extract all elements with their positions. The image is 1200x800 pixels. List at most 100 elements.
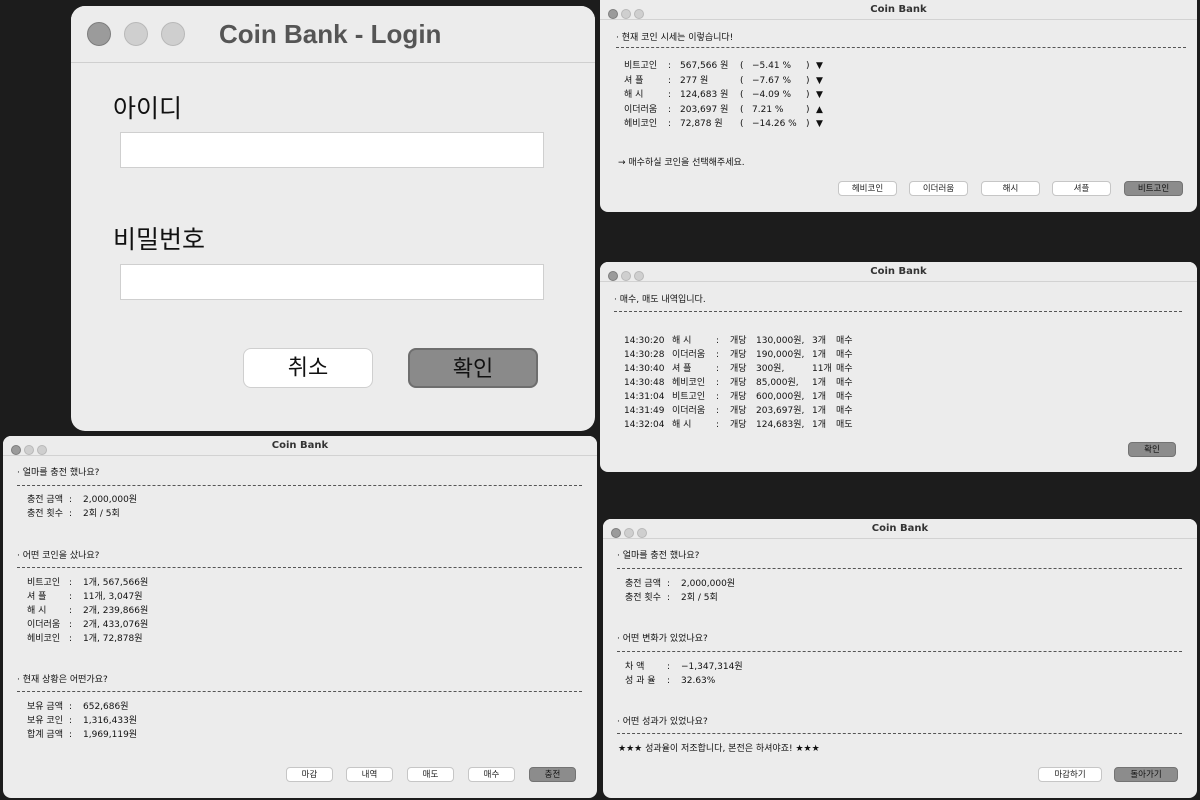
- trade-type: 매수: [836, 406, 853, 416]
- trade-type: 매수: [836, 350, 853, 360]
- unit-label: 개당: [730, 350, 747, 360]
- buy-bitcoin-button[interactable]: 비트고인: [1124, 181, 1183, 196]
- coin-name: 비트고인: [672, 392, 706, 402]
- coin-name: 해 시: [672, 420, 692, 430]
- id-field[interactable]: [120, 132, 544, 168]
- trade-time: 14:31:04: [624, 392, 665, 402]
- buy-hash-button[interactable]: 해시: [981, 181, 1040, 196]
- minimize-icon[interactable]: [124, 22, 148, 46]
- now-heading: · 현재 상황은 어떤가요?: [17, 675, 108, 685]
- sell-button[interactable]: 매도: [407, 767, 454, 782]
- row-value: 2,000,000원: [83, 495, 138, 505]
- separator: :: [716, 392, 720, 402]
- coin-name: 헤비코인: [672, 378, 706, 388]
- finish-button[interactable]: 마감하기: [1038, 767, 1102, 782]
- prices-titlebar: Coin Bank: [600, 0, 1197, 20]
- row-label: 충전 금액: [625, 579, 661, 589]
- row-label: 차 액: [625, 662, 645, 672]
- divider: [617, 651, 1182, 652]
- unit-price: 85,000원,: [756, 378, 799, 388]
- zoom-icon[interactable]: [161, 22, 185, 46]
- buy-shuffle-button[interactable]: 셔플: [1052, 181, 1111, 196]
- separator: :: [667, 593, 671, 603]
- buy-ethereum-button[interactable]: 이더러움: [909, 181, 968, 196]
- coin-row: 비트고인:1개, 567,566원: [27, 575, 148, 588]
- separator: :: [69, 634, 73, 644]
- coin-name: 비트고인: [624, 61, 658, 71]
- row-label: 비트고인: [27, 578, 61, 588]
- row-value: 2회 / 5회: [83, 509, 120, 519]
- change-percent: −5.41 %: [752, 61, 791, 71]
- row-value: 2개, 433,076원: [83, 620, 149, 630]
- password-field[interactable]: [120, 264, 544, 300]
- unit-price: 124,683원,: [756, 420, 805, 430]
- trade-time: 14:30:40: [624, 364, 665, 374]
- history-row: 14:30:40 셔 플: 개당 300원, 11개 매수: [624, 361, 860, 374]
- history-button[interactable]: 내역: [346, 767, 393, 782]
- unit-label: 개당: [730, 378, 747, 388]
- paren: ): [806, 104, 810, 115]
- buy-heavycoin-button[interactable]: 헤비코인: [838, 181, 897, 196]
- history-row: 14:32:04 해 시: 개당 124,683원, 1개 매도: [624, 417, 860, 430]
- row-label: 충전 금액: [27, 495, 63, 505]
- quantity: 1개: [812, 392, 827, 402]
- history-row: 14:30:20 해 시: 개당 130,000원, 3개 매수: [624, 333, 860, 346]
- arrow-up-icon: ▲: [816, 104, 823, 115]
- buy-button[interactable]: 매수: [468, 767, 515, 782]
- unit-label: 개당: [730, 406, 747, 416]
- separator: :: [69, 730, 73, 740]
- history-row: 14:30:28 이더러움: 개당 190,000원, 1개 매수: [624, 347, 860, 360]
- row-value: 11개, 3,047원: [83, 592, 143, 602]
- separator: :: [668, 90, 672, 100]
- history-heading: · 매수, 매도 내역입니다.: [614, 295, 706, 305]
- paren: ): [806, 75, 810, 86]
- row-label: 충전 횟수: [625, 593, 661, 603]
- unit-price: 130,000원,: [756, 336, 805, 346]
- divider: [617, 733, 1182, 734]
- charge-row: 충전 금액:2,000,000원: [625, 576, 735, 589]
- close-icon[interactable]: [87, 22, 111, 46]
- charge-button[interactable]: 충전: [529, 767, 576, 782]
- separator: :: [716, 364, 720, 374]
- divider: [617, 568, 1182, 569]
- row-label: 이더러움: [27, 620, 61, 630]
- coin-price: 567,566 원: [680, 61, 729, 71]
- unit-price: 190,000원,: [756, 350, 805, 360]
- coin-name: 헤비코인: [624, 119, 658, 129]
- separator: :: [667, 662, 671, 672]
- price-row: 셔 플:277 원 (−7.67 %) ▼: [624, 73, 828, 86]
- charge-row: 충전 횟수:2회 / 5회: [27, 506, 120, 519]
- separator: :: [69, 495, 73, 505]
- row-value: 1개, 72,878원: [83, 634, 143, 644]
- paren: ): [806, 90, 810, 100]
- separator: :: [716, 336, 720, 346]
- quantity: 1개: [812, 378, 827, 388]
- status-title: Coin Bank: [271, 440, 329, 451]
- back-button[interactable]: 돌아가기: [1114, 767, 1178, 782]
- login-window: Coin Bank - Login 아이디 비밀번호 취소 확인: [71, 6, 595, 431]
- history-confirm-button[interactable]: 확인: [1128, 442, 1176, 457]
- paren: (: [740, 61, 744, 71]
- divider: [17, 485, 582, 486]
- separator: :: [668, 61, 672, 71]
- coin-name: 해 시: [624, 90, 644, 100]
- charge-row: 충전 횟수:2회 / 5회: [625, 590, 718, 603]
- charge-heading: · 얼마를 충전 했나요?: [617, 551, 700, 561]
- row-label: 충전 횟수: [27, 509, 63, 519]
- row-value: −1,347,314원: [681, 662, 743, 672]
- status-row: 합계 금액:1,969,119원: [27, 727, 137, 740]
- change-percent: −4.09 %: [752, 90, 791, 100]
- cancel-button[interactable]: 취소: [243, 348, 373, 388]
- confirm-button[interactable]: 확인: [408, 348, 538, 388]
- row-label: 합계 금액: [27, 730, 63, 740]
- unit-label: 개당: [730, 336, 747, 346]
- close-market-button[interactable]: 마감: [286, 767, 333, 782]
- divider: [17, 567, 582, 568]
- change-row: 성 과 율:32.63%: [625, 673, 715, 686]
- trade-type: 매수: [836, 392, 853, 402]
- separator: :: [668, 75, 672, 86]
- separator: :: [716, 420, 720, 430]
- separator: :: [716, 350, 720, 360]
- trade-time: 14:30:20: [624, 336, 665, 346]
- change-percent: 7.21 %: [752, 104, 784, 115]
